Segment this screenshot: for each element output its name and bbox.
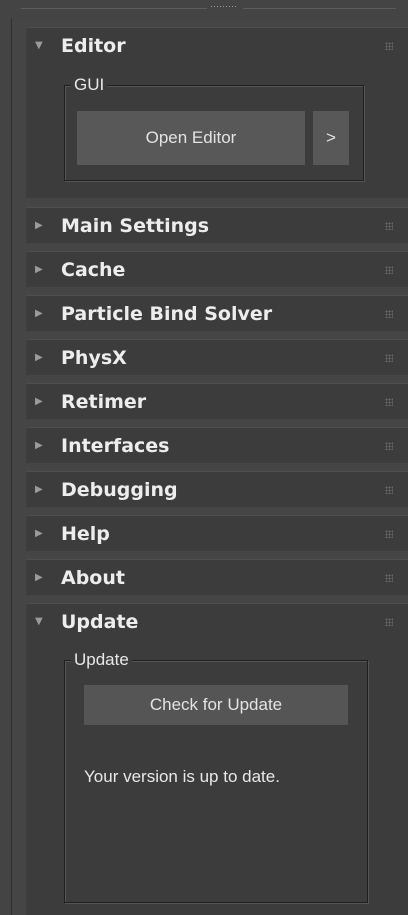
command-panel: ▼ Editor GUI Open Editor > ▶ Main Settin…	[0, 0, 408, 915]
rollout-label: PhysX	[61, 346, 127, 369]
grip-dots-icon[interactable]	[385, 397, 393, 406]
triangle-right-icon: ▶	[35, 351, 43, 363]
triangle-right-icon: ▶	[35, 263, 43, 275]
rollout-header-interfaces[interactable]: ▶ Interfaces	[26, 427, 408, 463]
panel-top-bar	[11, 0, 408, 18]
grip-dots-icon[interactable]	[385, 529, 393, 538]
triangle-down-icon: ▼	[35, 39, 43, 51]
rollout-header-editor[interactable]: ▼ Editor	[26, 27, 408, 63]
triangle-right-icon: ▶	[35, 527, 43, 539]
grip-dots-icon[interactable]	[385, 353, 393, 362]
rollout-header-retimer[interactable]: ▶ Retimer	[26, 383, 408, 419]
rollout-label: Retimer	[61, 390, 147, 413]
rollout-header-cache[interactable]: ▶ Cache	[26, 251, 408, 287]
triangle-right-icon: ▶	[35, 571, 43, 583]
grip-dots-icon[interactable]	[385, 41, 393, 50]
grip-dots-icon[interactable]	[385, 617, 393, 626]
rollout-label: Main Settings	[61, 214, 210, 237]
grip-dots-icon[interactable]	[385, 485, 393, 494]
rollout-label: Cache	[61, 258, 126, 281]
triangle-right-icon: ▶	[35, 439, 43, 451]
open-editor-button[interactable]: Open Editor	[77, 111, 305, 165]
panel-left-edge	[0, 0, 12, 915]
rollout-header-main-settings[interactable]: ▶ Main Settings	[26, 207, 408, 243]
rollout-body-editor: GUI Open Editor >	[26, 63, 408, 198]
rollout-label: Interfaces	[61, 434, 170, 457]
grip-dots-icon[interactable]	[385, 573, 393, 582]
rollout-header-update[interactable]: ▼ Update	[26, 603, 408, 639]
grip-dots-icon[interactable]	[385, 265, 393, 274]
group-title-gui: GUI	[71, 75, 108, 95]
rollout-label: Particle Bind Solver	[61, 302, 273, 325]
triangle-right-icon: ▶	[35, 219, 43, 231]
triangle-right-icon: ▶	[35, 307, 43, 319]
rollout-header-about[interactable]: ▶ About	[26, 559, 408, 595]
rollout-header-particle-bind-solver[interactable]: ▶ Particle Bind Solver	[26, 295, 408, 331]
rollout-header-debugging[interactable]: ▶ Debugging	[26, 471, 408, 507]
triangle-right-icon: ▶	[35, 483, 43, 495]
grip-dots-icon[interactable]	[385, 441, 393, 450]
more-options-button[interactable]: >	[313, 111, 349, 165]
rollout-label: Editor	[61, 34, 126, 57]
rollout-label: Debugging	[61, 478, 178, 501]
rollout-label: Update	[61, 610, 139, 633]
grip-dots-icon[interactable]	[385, 221, 393, 230]
rollout-header-physx[interactable]: ▶ PhysX	[26, 339, 408, 375]
check-for-update-button[interactable]: Check for Update	[84, 685, 348, 725]
group-title-update: Update	[71, 650, 132, 670]
triangle-right-icon: ▶	[35, 395, 43, 407]
triangle-down-icon: ▼	[35, 615, 43, 627]
rollout-label: Help	[61, 522, 110, 545]
grip-dots-icon[interactable]	[385, 309, 393, 318]
rollout-label: About	[61, 566, 125, 589]
rollout-body-update: Update Check for Update Your version is …	[26, 639, 408, 915]
rollout-header-help[interactable]: ▶ Help	[26, 515, 408, 551]
resize-grip-icon[interactable]	[207, 3, 243, 11]
update-status-text: Your version is up to date.	[84, 767, 280, 786]
